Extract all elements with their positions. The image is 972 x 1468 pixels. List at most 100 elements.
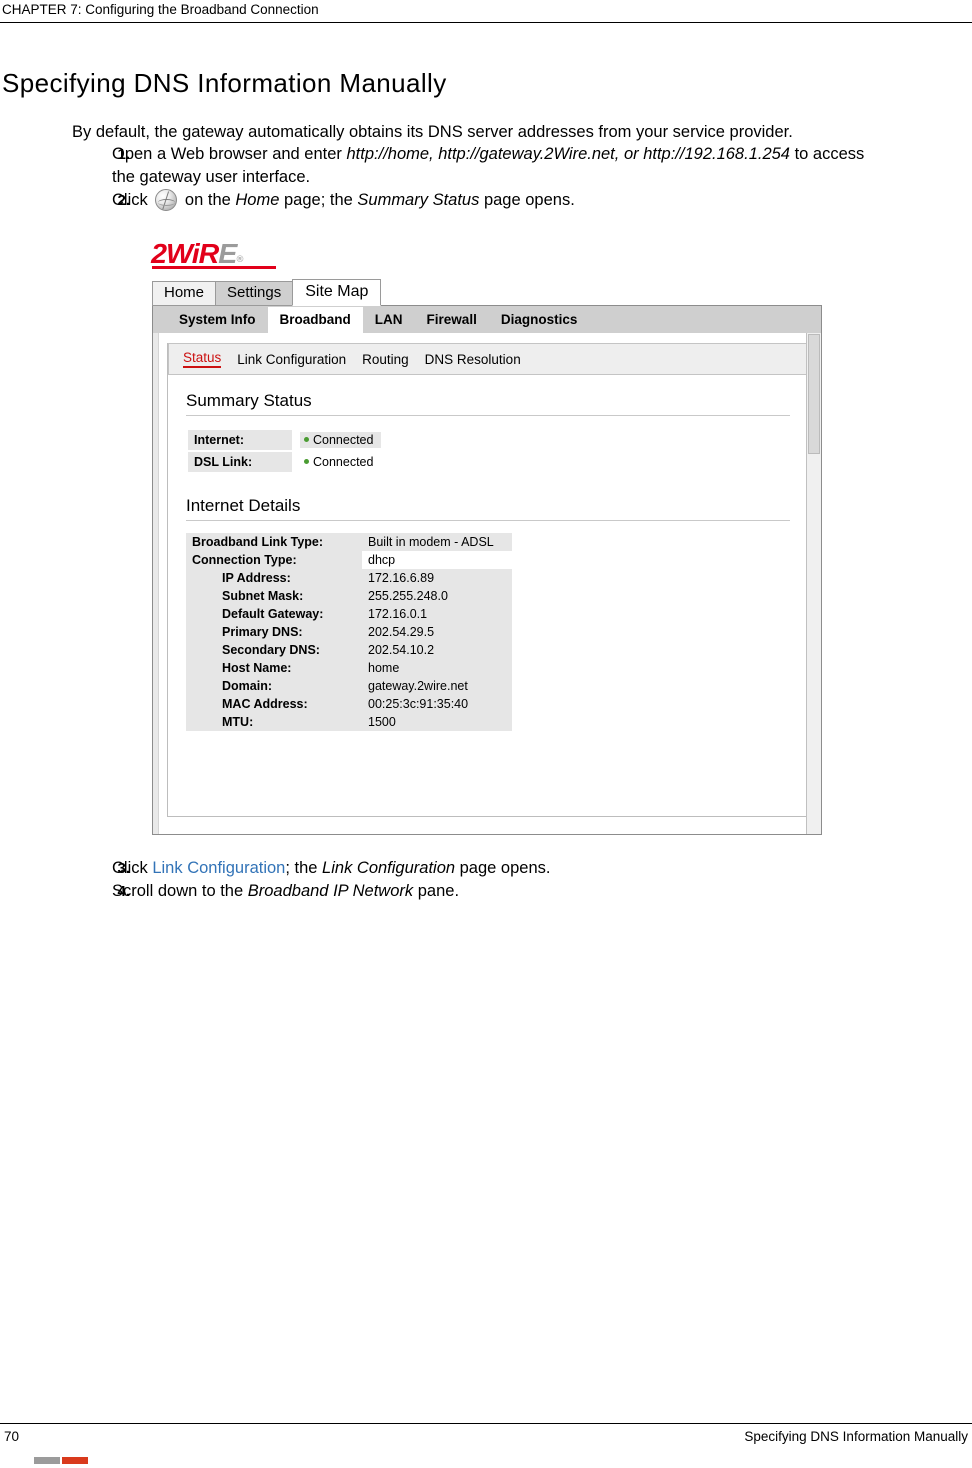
page-footer: 70 Specifying DNS Information Manually [0, 1426, 972, 1446]
table-row: Domain: gateway.2wire.net [186, 677, 512, 695]
detail-label: Default Gateway: [186, 605, 362, 623]
table-row: MAC Address: 00:25:3c:91:35:40 [186, 695, 512, 713]
step-text-tail: page opens. [479, 191, 575, 209]
detail-value: 00:25:3c:91:35:40 [362, 695, 512, 713]
subtab-routing[interactable]: Routing [362, 352, 409, 367]
window-left-edge [153, 333, 159, 834]
chapter-title: CHAPTER 7: Configuring the Broadband Con… [2, 2, 319, 17]
detail-label: Subnet Mask: [186, 587, 362, 605]
step-text-tail: pane. [413, 882, 460, 900]
detail-label: Connection Type: [186, 551, 362, 569]
nav-item-broadband[interactable]: Broadband [267, 306, 363, 333]
detail-label: Primary DNS: [186, 623, 362, 641]
step-url: http://home, http://gateway.2Wire.net, o… [346, 145, 791, 163]
detail-value: Built in modem - ADSL [362, 533, 512, 551]
step-emphasis-home: Home [235, 191, 280, 209]
table-row: Internet: Connected [188, 430, 387, 450]
detail-value: 1500 [362, 713, 512, 731]
detail-value: gateway.2wire.net [362, 677, 512, 695]
internet-status-text: Connected [313, 433, 374, 447]
step-number: 4. [117, 883, 130, 900]
footer-mark-grey [34, 1457, 60, 1464]
nav-item-firewall[interactable]: Firewall [415, 310, 489, 329]
internet-details-heading: Internet Details [186, 496, 301, 515]
internet-value-cell: Connected [294, 430, 387, 450]
table-row: Primary DNS: 202.54.29.5 [186, 623, 512, 641]
nav-item-lan[interactable]: LAN [363, 310, 415, 329]
globe-icon [155, 189, 178, 211]
table-row: Connection Type: dhcp [186, 551, 512, 569]
steps-list: 1. Open a Web browser and enter http://h… [0, 143, 972, 903]
nav-item-diagnostics[interactable]: Diagnostics [489, 310, 590, 329]
internet-details-divider [186, 520, 790, 521]
table-row: Subnet Mask: 255.255.248.0 [186, 587, 512, 605]
content-panel: Status Link Configuration Routing DNS Re… [167, 343, 809, 817]
logo-text: 2WiRE [151, 238, 237, 269]
detail-value: 202.54.10.2 [362, 641, 512, 659]
footer-mark-red [62, 1457, 88, 1464]
step-number: 2. [117, 192, 130, 209]
step-text-lead: Open a Web browser and enter [112, 145, 347, 163]
step-emphasis-summary: Summary Status [357, 191, 480, 209]
status-badge: Connected [300, 432, 382, 448]
list-item: 4. Scroll down to the Broadband IP Netwo… [72, 880, 872, 903]
subtab-status[interactable]: Status [183, 350, 222, 368]
summary-status-heading: Summary Status [186, 391, 312, 410]
trademark-mark: ® [235, 255, 245, 265]
tab-home[interactable]: Home [152, 281, 217, 306]
detail-label: IP Address: [186, 569, 362, 587]
table-row: Default Gateway: 172.16.0.1 [186, 605, 512, 623]
table-row: IP Address: 172.16.6.89 [186, 569, 512, 587]
step-text-mid2: page; the [279, 191, 358, 209]
nav-bar: System Info Broadband LAN Firewall Diagn… [153, 305, 821, 333]
sub-tab-bar: Status Link Configuration Routing DNS Re… [168, 343, 808, 375]
footer-running-title: Specifying DNS Information Manually [744, 1428, 968, 1444]
internet-details-table: Broadband Link Type: Built in modem - AD… [186, 533, 512, 731]
detail-label: Broadband Link Type: [186, 533, 362, 551]
list-item: 1. Open a Web browser and enter http://h… [72, 143, 872, 189]
status-badge: Connected [300, 454, 381, 470]
link-configuration-link[interactable]: Link Configuration [152, 859, 285, 877]
detail-label: MTU: [186, 713, 362, 731]
step-emphasis: Broadband IP Network [247, 882, 414, 900]
logo-text-red: 2WiR [151, 238, 219, 269]
summary-status-divider [186, 415, 790, 416]
2wire-logo: 2WiRE® [151, 238, 822, 270]
panel-body: Summary Status Internet: Connected DSL L… [168, 375, 808, 731]
gateway-ui-figure: 2WiRE® Home Settings Site Map System Inf… [151, 238, 822, 835]
content-panel-outer: Status Link Configuration Routing DNS Re… [153, 333, 821, 862]
detail-value: 172.16.6.89 [362, 569, 512, 587]
internet-label: Internet: [188, 430, 292, 450]
vertical-scrollbar[interactable] [806, 333, 821, 834]
step-text-mid: ; the [285, 859, 323, 877]
step-number: 1. [117, 146, 130, 163]
table-row: MTU: 1500 [186, 713, 512, 731]
status-dot-icon [304, 437, 309, 442]
step-text-mid: on the [180, 191, 236, 209]
tab-settings[interactable]: Settings [215, 281, 294, 306]
detail-label: Domain: [186, 677, 362, 695]
step-text-tail: page opens. [455, 859, 551, 877]
dsl-link-value-cell: Connected [294, 452, 387, 472]
status-dot-icon [304, 459, 309, 464]
detail-value: 172.16.0.1 [362, 605, 512, 623]
page-number: 70 [4, 1428, 20, 1444]
nav-item-system-info[interactable]: System Info [167, 310, 268, 329]
running-header: CHAPTER 7: Configuring the Broadband Con… [0, 0, 972, 22]
table-row: Broadband Link Type: Built in modem - AD… [186, 533, 512, 551]
step-text-lead: Scroll down to the [112, 882, 248, 900]
subtab-dns-resolution[interactable]: DNS Resolution [425, 352, 521, 367]
scrollbar-thumb[interactable] [808, 334, 820, 454]
detail-label: Host Name: [186, 659, 362, 677]
list-item: 2. Click on the Home page; the Summary S… [72, 189, 872, 212]
table-row: Host Name: home [186, 659, 512, 677]
top-tab-bar: Home Settings Site Map [152, 279, 822, 306]
intro-paragraph: By default, the gateway automatically ob… [72, 123, 793, 141]
subtab-link-configuration[interactable]: Link Configuration [237, 352, 346, 367]
detail-value: 202.54.29.5 [362, 623, 512, 641]
dsl-link-status-text: Connected [313, 455, 374, 469]
detail-value: home [362, 659, 512, 677]
step-number: 3. [117, 860, 130, 877]
tab-site-map[interactable]: Site Map [292, 279, 382, 306]
gateway-window: System Info Broadband LAN Firewall Diagn… [152, 305, 822, 835]
